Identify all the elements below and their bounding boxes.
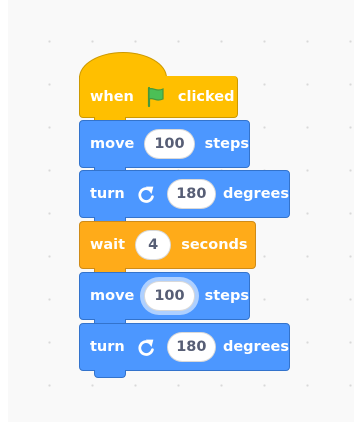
move-steps-block[interactable]: move 100 steps — [79, 272, 250, 327]
seconds-input[interactable]: 4 — [135, 230, 172, 260]
block-label-degrees: degrees — [222, 339, 289, 355]
block-label-when: when — [90, 88, 134, 105]
move-steps-block[interactable]: move 100 steps — [79, 120, 250, 175]
steps-input[interactable]: 100 — [144, 129, 195, 159]
steps-input[interactable]: 100 — [144, 281, 195, 311]
block-label-degrees: degrees — [222, 186, 289, 202]
rotate-right-icon — [135, 183, 157, 205]
block-label-turn: turn — [90, 339, 125, 355]
block-label-steps: steps — [204, 136, 249, 152]
wait-seconds-block[interactable]: wait 4 seconds — [79, 221, 256, 276]
green-flag-icon — [144, 85, 168, 109]
block-label-wait: wait — [90, 237, 126, 253]
block-label-move: move — [90, 288, 135, 304]
degrees-input[interactable]: 180 — [166, 179, 216, 209]
when-flag-clicked-block[interactable]: when clicked — [79, 76, 238, 125]
block-label-steps: steps — [204, 288, 249, 304]
block-label-clicked: clicked — [177, 88, 235, 105]
turn-degrees-block[interactable]: turn 180 degrees — [79, 170, 290, 225]
turn-degrees-block[interactable]: turn 180 degrees — [79, 323, 290, 378]
block-label-turn: turn — [90, 186, 125, 202]
block-label-move: move — [90, 136, 135, 152]
block-notch — [94, 370, 126, 378]
rotate-right-icon — [135, 336, 157, 358]
block-label-seconds: seconds — [181, 237, 248, 253]
degrees-input[interactable]: 180 — [166, 332, 216, 362]
